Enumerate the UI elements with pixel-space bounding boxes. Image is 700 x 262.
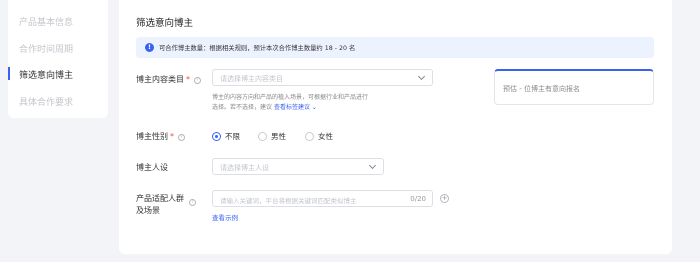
category-select[interactable]: 请选择博主内容类目 <box>212 69 433 86</box>
gender-option-label: 不限 <box>225 132 240 141</box>
char-count: 0/20 <box>410 195 426 203</box>
sidebar-item-requirements[interactable]: 具体合作要求 <box>19 95 73 108</box>
required-mark: * <box>186 75 190 84</box>
persona-label: 博主人设 <box>136 163 168 172</box>
gender-option-male[interactable]: 男性 <box>258 131 286 142</box>
category-hint-line1: 博主的内容方向和产品的植入场景，可根据行业和产品进行 <box>212 94 369 101</box>
gender-option-label: 女性 <box>318 132 333 141</box>
add-circle-icon[interactable]: + <box>440 194 449 203</box>
active-indicator <box>8 67 10 80</box>
info-icon: ! <box>145 43 154 52</box>
main-form-panel: 筛选意向博主 ! 可合作博主数量：根据相关规则，预计本次合作博主数量约 18 -… <box>119 0 672 254</box>
category-hint-line2-wrap: 选择。若不选择，建议 查看标签建议 ⌄ <box>212 103 412 113</box>
section-title: 筛选意向博主 <box>136 18 194 29</box>
gender-label: 博主性别 *? <box>136 131 185 142</box>
question-circle-icon[interactable]: ? <box>194 77 201 84</box>
step-sidebar: 产品基本信息 合作时间周期 筛选意向博主 具体合作要求 <box>8 0 108 118</box>
chevron-down-icon <box>368 161 377 170</box>
category-placeholder: 请选择博主内容类目 <box>220 75 283 83</box>
notice-text: 可合作博主数量：根据相关规则，预计本次合作博主数量约 18 - 20 名 <box>159 45 356 52</box>
sidebar-item-filter-bloggers[interactable]: 筛选意向博主 <box>19 68 73 81</box>
gender-option-any[interactable]: 不限 <box>212 131 240 142</box>
audience-keyword-input[interactable]: 请输入关键词，平台将根据关键词匹配类似博主 0/20 <box>212 190 433 207</box>
chevron-down-icon[interactable]: ⌄ <box>310 104 317 111</box>
tag-suggestion-link[interactable]: 查看标签建议 <box>274 104 310 111</box>
sidebar-item-product-info[interactable]: 产品基本信息 <box>19 15 73 28</box>
gender-option-female[interactable]: 女性 <box>305 131 333 142</box>
category-hint: 博主的内容方向和产品的植入场景，可根据行业和产品进行 选择。若不选择，建议 查看… <box>212 93 412 113</box>
chevron-down-icon <box>417 72 426 81</box>
notice-banner: ! 可合作博主数量：根据相关规则，预计本次合作博主数量约 18 - 20 名 <box>136 37 654 58</box>
category-hint-line2: 选择。若不选择，建议 <box>212 104 273 111</box>
audience-label-line1: 产品适配人群 <box>136 194 184 203</box>
radio-selected-icon <box>212 132 221 141</box>
audience-label-line2: 及场景 <box>136 206 160 215</box>
category-label-text: 博主内容类目 <box>136 75 184 84</box>
estimate-preview-card: 预估 - 位博主有意向报名 <box>494 69 654 105</box>
question-circle-icon[interactable]: ? <box>189 199 196 206</box>
audience-placeholder: 请输入关键词，平台将根据关键词匹配类似博主 <box>220 197 357 205</box>
view-example-link[interactable]: 查看示例 <box>212 212 238 222</box>
required-mark: * <box>170 132 174 141</box>
category-label: 博主内容类目 *? <box>136 74 201 85</box>
radio-icon <box>258 132 267 141</box>
gender-label-text: 博主性别 <box>136 132 168 141</box>
audience-label: 产品适配人群 及场景 <box>136 193 184 217</box>
persona-placeholder: 请选择博主人设 <box>220 164 269 172</box>
persona-select[interactable]: 请选择博主人设 <box>212 158 384 175</box>
radio-icon <box>305 132 314 141</box>
question-circle-icon[interactable]: ? <box>178 134 185 141</box>
gender-option-label: 男性 <box>271 132 286 141</box>
sidebar-item-cooperation-period[interactable]: 合作时间周期 <box>19 42 73 55</box>
estimate-text: 预估 - 位博主有意向报名 <box>503 85 580 93</box>
